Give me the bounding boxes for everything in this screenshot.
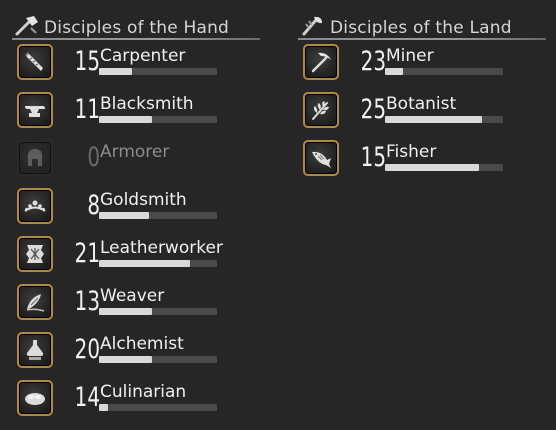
- flask-icon: [17, 332, 53, 368]
- exp-bar-fill: [385, 164, 480, 171]
- section-header-land: Disciples of the Land: [296, 12, 546, 40]
- job-level: 20: [74, 334, 100, 365]
- section-title-hand: Disciples of the Hand: [44, 18, 230, 38]
- job-name: Miner: [386, 46, 434, 66]
- needle-icon: [17, 284, 53, 320]
- job-name: Blacksmith: [100, 94, 194, 114]
- job-level: 0: [87, 142, 100, 173]
- bread-icon: [17, 380, 53, 416]
- section-disciples-of-the-land: Disciples of the Land 23 Miner 25 Botani…: [296, 12, 546, 176]
- job-name: Alchemist: [100, 334, 184, 354]
- exp-bar: [385, 68, 503, 75]
- section-disciples-of-the-hand: Disciples of the Hand 15 Carpenter 11 Bl…: [10, 12, 260, 416]
- exp-bar: [385, 164, 503, 171]
- job-level: 15: [74, 46, 100, 77]
- section-title-land: Disciples of the Land: [330, 18, 512, 38]
- job-name: Armorer: [100, 142, 170, 162]
- exp-bar-fill: [385, 68, 403, 75]
- job-level: 13: [74, 286, 100, 317]
- job-name: Carpenter: [100, 46, 186, 66]
- exp-bar: [99, 404, 217, 411]
- helmet-icon: [17, 140, 53, 176]
- exp-bar: [385, 116, 503, 123]
- saw-icon: [17, 44, 53, 80]
- exp-bar: [99, 260, 217, 267]
- job-name: Botanist: [386, 94, 457, 114]
- exp-bar: [99, 68, 217, 75]
- exp-bar-fill: [99, 260, 190, 267]
- job-name: Fisher: [386, 142, 437, 162]
- section-divider: [298, 38, 546, 40]
- job-row-goldsmith[interactable]: 8 Goldsmith: [10, 188, 250, 230]
- job-name: Weaver: [100, 286, 165, 306]
- fish-icon: [303, 140, 339, 176]
- exp-bar-fill: [99, 212, 149, 219]
- job-row-miner[interactable]: 23 Miner: [296, 44, 536, 86]
- job-row-fisher[interactable]: 15 Fisher: [296, 140, 536, 182]
- job-name: Leatherworker: [100, 238, 223, 258]
- job-row-alchemist[interactable]: 20 Alchemist: [10, 332, 250, 374]
- hide-icon: [17, 236, 53, 272]
- pickaxe-icon: [303, 44, 339, 80]
- job-name: Goldsmith: [100, 190, 187, 210]
- job-name: Culinarian: [100, 382, 187, 402]
- job-row-botanist[interactable]: 25 Botanist: [296, 92, 536, 134]
- exp-bar: [99, 308, 217, 315]
- leaf-tool-icon: [302, 16, 322, 36]
- section-header-hand: Disciples of the Hand: [10, 12, 260, 40]
- exp-bar-fill: [385, 116, 482, 123]
- job-level: 23: [360, 46, 386, 77]
- tiara-icon: [17, 188, 53, 224]
- exp-bar: [99, 116, 217, 123]
- section-divider: [12, 38, 260, 40]
- exp-bar-fill: [99, 404, 109, 411]
- job-level: 14: [74, 382, 100, 413]
- job-level: 21: [74, 238, 100, 269]
- job-level: 8: [87, 190, 100, 221]
- job-level: 11: [74, 94, 100, 125]
- exp-bar-fill: [99, 308, 153, 315]
- hammer-icon: [15, 16, 38, 36]
- exp-bar: [99, 356, 217, 363]
- exp-bar: [99, 212, 217, 219]
- job-level: 25: [360, 94, 386, 125]
- job-row-armorer[interactable]: 0 Armorer: [10, 140, 250, 182]
- hatchet-icon: [303, 92, 339, 128]
- job-row-weaver[interactable]: 13 Weaver: [10, 284, 250, 326]
- job-row-culinarian[interactable]: 14 Culinarian: [10, 380, 250, 422]
- job-row-leatherworker[interactable]: 21 Leatherworker: [10, 236, 250, 278]
- anvil-icon: [17, 92, 53, 128]
- exp-bar-fill: [99, 68, 133, 75]
- job-row-carpenter[interactable]: 15 Carpenter: [10, 44, 250, 86]
- exp-bar-fill: [99, 116, 153, 123]
- exp-bar-fill: [99, 356, 153, 363]
- job-level: 15: [360, 142, 386, 173]
- job-row-blacksmith[interactable]: 11 Blacksmith: [10, 92, 250, 134]
